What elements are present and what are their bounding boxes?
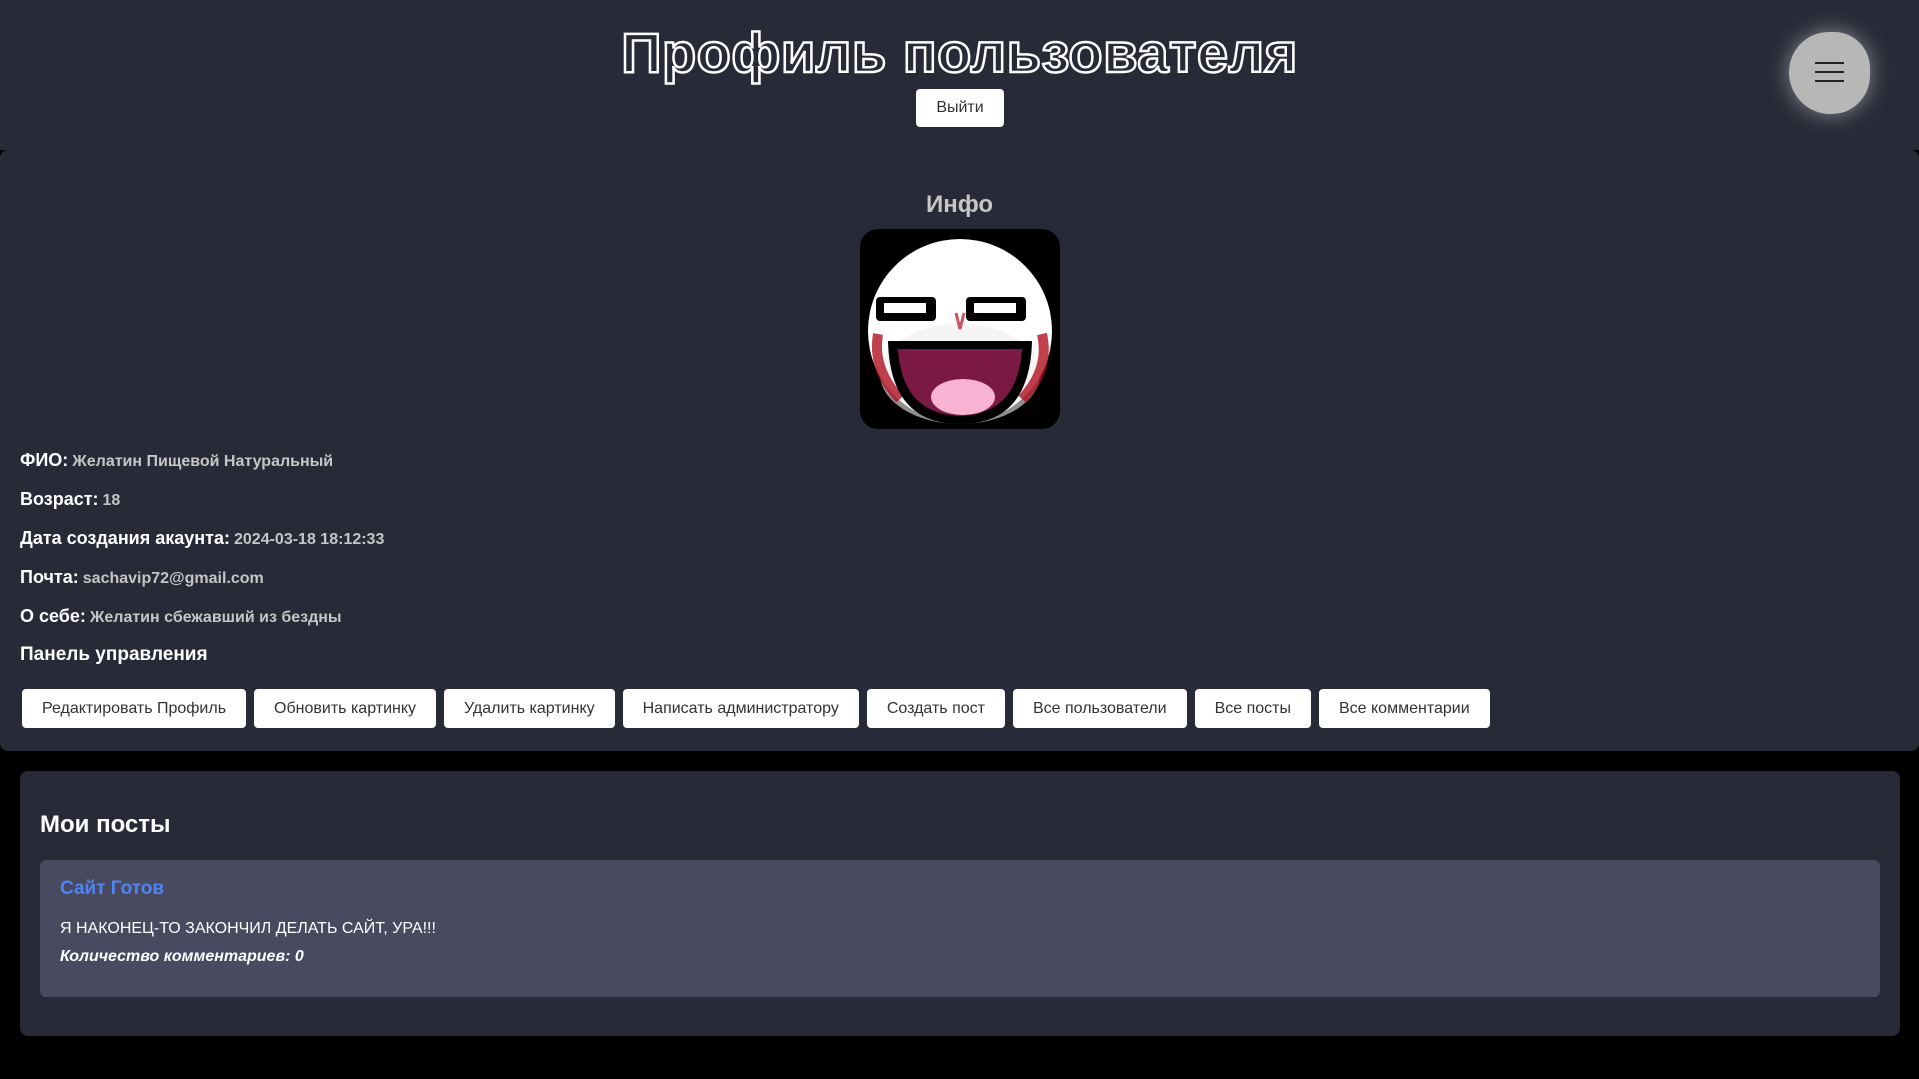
info-created: Дата создания акаунта: 2024-03-18 18:12:3… xyxy=(20,528,384,549)
post-title-link[interactable]: Сайт Готов xyxy=(60,878,164,900)
info-about: О себе: Желатин сбежавший из бездны xyxy=(20,606,342,627)
info-age: Возраст: 18 xyxy=(20,489,120,510)
edit-profile-button[interactable]: Редактировать Профиль xyxy=(22,689,247,728)
logout-button[interactable]: Выйти xyxy=(916,89,1004,127)
all-comments-button[interactable]: Все комментарии xyxy=(1318,689,1490,728)
info-email-value: sachavip72@gmail.com xyxy=(82,570,264,587)
control-panel-buttons: Редактировать Профиль Обновить картинку … xyxy=(22,689,1490,728)
my-posts-panel: Мои посты Сайт Готов Я НАКОНЕЦ-ТО ЗАКОНЧ… xyxy=(20,771,1900,1036)
info-fio-value: Желатин Пищевой Натуральный xyxy=(72,453,334,470)
delete-picture-button[interactable]: Удалить картинку xyxy=(444,689,615,728)
post-comment-count: Количество комментариев: 0 xyxy=(60,948,304,965)
info-created-label: Дата создания акаунта: xyxy=(20,528,230,548)
info-email-label: Почта: xyxy=(20,567,79,587)
info-fio-label: ФИО: xyxy=(20,450,69,470)
profile-panel: Инфо ФИО: Желатин Пищевой Натуральный Воз… xyxy=(0,150,1919,751)
post-body: Я НАКОНЕЦ-ТО ЗАКОНЧИЛ ДЕЛАТЬ САЙТ, УРА!!… xyxy=(60,920,436,937)
all-users-button[interactable]: Все пользователи xyxy=(1012,689,1187,728)
page-title: Профиль пользователя xyxy=(620,20,1299,86)
my-posts-title: Мои посты xyxy=(40,811,171,838)
message-admin-button[interactable]: Написать администратору xyxy=(622,689,859,728)
awesome-face-icon xyxy=(868,239,1052,424)
update-picture-button[interactable]: Обновить картинку xyxy=(254,689,437,728)
all-posts-button[interactable]: Все посты xyxy=(1194,689,1311,728)
hamburger-icon xyxy=(1815,80,1844,82)
control-panel-title: Панель управления xyxy=(20,644,208,665)
info-about-value: Желатин сбежавший из бездны xyxy=(89,609,342,626)
menu-button[interactable] xyxy=(1789,32,1870,114)
hamburger-icon xyxy=(1815,62,1844,64)
avatar xyxy=(860,229,1060,429)
info-title: Инфо xyxy=(925,191,994,218)
hamburger-icon xyxy=(1815,71,1844,73)
info-age-value: 18 xyxy=(102,492,121,509)
post-card: Сайт Готов Я НАКОНЕЦ-ТО ЗАКОНЧИЛ ДЕЛАТЬ … xyxy=(40,860,1880,997)
info-created-value: 2024-03-18 18:12:33 xyxy=(234,531,385,548)
info-about-label: О себе: xyxy=(20,606,86,626)
info-email: Почта: sachavip72@gmail.com xyxy=(20,567,264,588)
header: Профиль пользователя Выйти xyxy=(0,0,1919,150)
info-fio: ФИО: Желатин Пищевой Натуральный xyxy=(20,450,333,471)
create-post-button[interactable]: Создать пост xyxy=(866,689,1005,728)
info-age-label: Возраст: xyxy=(20,489,99,509)
